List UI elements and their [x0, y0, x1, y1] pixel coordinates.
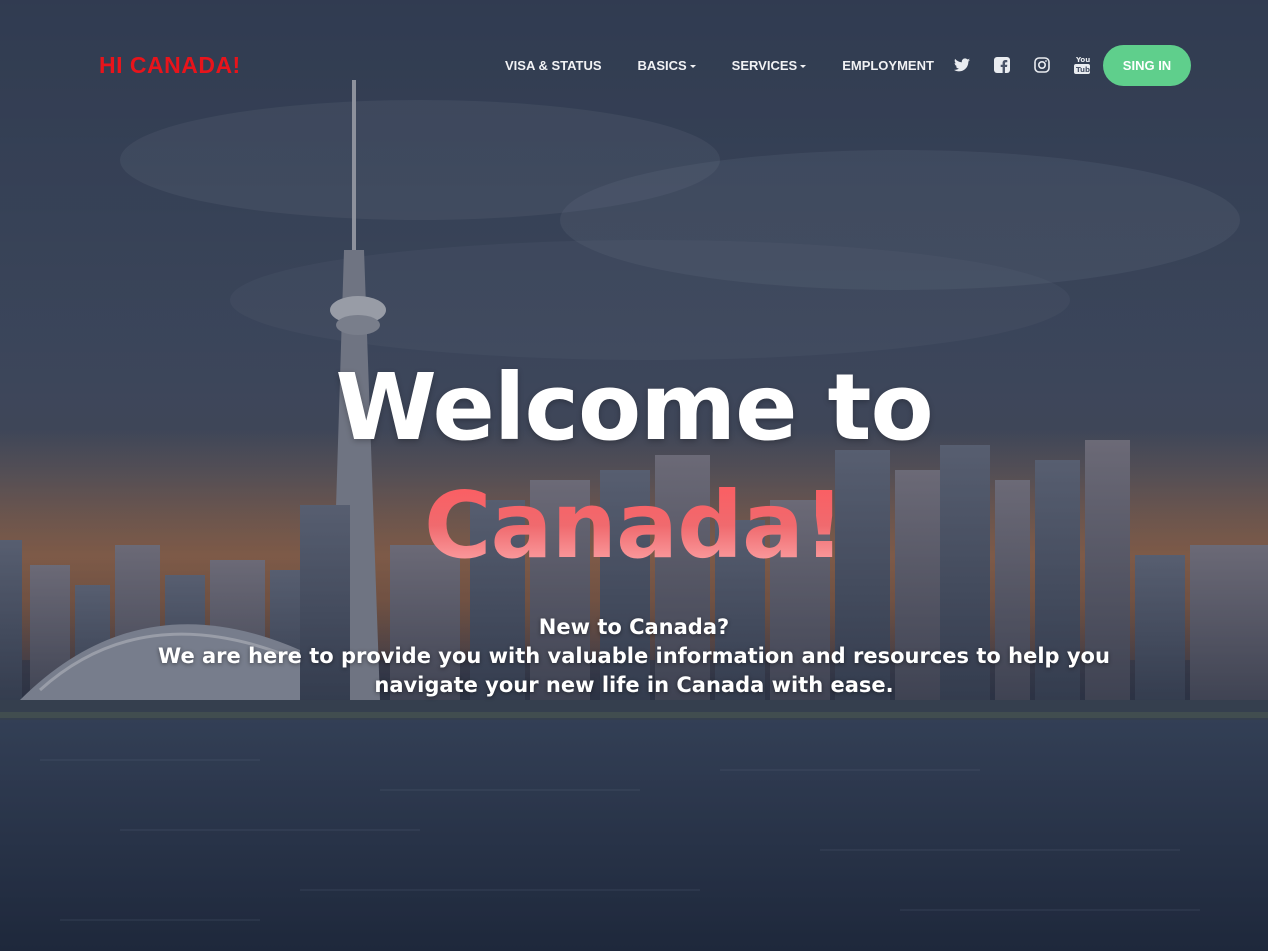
nav-item-label: SERVICES: [731, 58, 798, 73]
hero-title-line2: Canada!: [0, 470, 1268, 582]
nav-item-label: BASICS: [637, 58, 687, 73]
nav-item-basics[interactable]: BASICS: [638, 58, 696, 73]
facebook-icon[interactable]: [992, 55, 1012, 75]
top-navbar: HI CANADA! VISA & STATUS BASICS SERVICES…: [0, 0, 1268, 130]
hero-title-line1: Welcome to: [335, 354, 933, 461]
caret-down-icon: [800, 65, 807, 69]
hero-subtitle-description: We are here to provide you with valuable…: [158, 644, 1110, 697]
main-menu: VISA & STATUS BASICS SERVICES EMPLOYMENT: [505, 58, 970, 73]
twitter-icon[interactable]: [952, 55, 972, 75]
nav-item-employment[interactable]: EMPLOYMENT: [842, 58, 934, 73]
site-logo[interactable]: HI CANADA!: [99, 52, 241, 79]
social-links: You Tube: [952, 55, 1112, 75]
instagram-icon[interactable]: [1032, 55, 1052, 75]
svg-text:Tube: Tube: [1076, 66, 1090, 74]
nav-item-services[interactable]: SERVICES: [732, 58, 807, 73]
svg-text:You: You: [1075, 56, 1090, 64]
hero-title-accent: Canada!: [423, 472, 845, 579]
sign-in-button[interactable]: SING IN: [1103, 45, 1191, 86]
caret-down-icon: [689, 65, 696, 69]
hero-subtitle-question: New to Canada?: [538, 615, 730, 639]
nav-item-label: VISA & STATUS: [505, 58, 602, 73]
youtube-icon[interactable]: You Tube: [1072, 55, 1092, 75]
nav-item-visa-status[interactable]: VISA & STATUS: [505, 58, 602, 73]
nav-item-label: EMPLOYMENT: [842, 58, 934, 73]
hero-subtitle: New to Canada? We are here to provide yo…: [120, 613, 1148, 700]
